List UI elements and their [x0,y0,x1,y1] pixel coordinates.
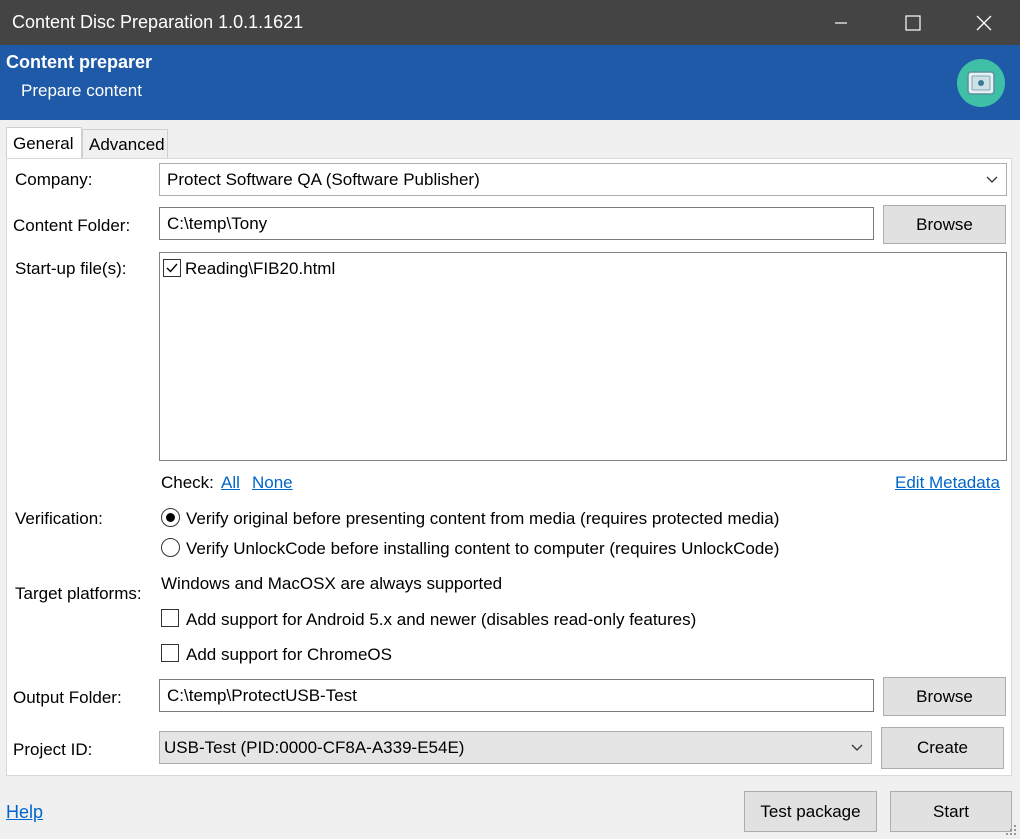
android-checkbox[interactable] [161,609,179,627]
output-folder-input[interactable]: C:\temp\ProtectUSB-Test [159,679,874,712]
output-folder-label: Output Folder: [13,688,122,707]
android-label: Add support for Android 5.x and newer (d… [186,610,697,629]
test-package-button[interactable]: Test package [744,791,877,832]
start-label: Start [933,801,969,821]
window-title: Content Disc Preparation 1.0.1.1621 [12,12,304,32]
checkmark-icon [166,263,178,273]
platforms-note: Windows and MacOSX are always supported [161,574,503,593]
company-value: Protect Software QA (Software Publisher) [167,169,480,189]
check-none-link[interactable]: None [252,473,293,493]
create-project-button[interactable]: Create [881,727,1004,769]
project-id-value: USB-Test (PID:0000-CF8A-A339-E54E) [164,737,465,757]
chevron-down-icon [851,744,863,751]
startup-file-checkbox[interactable] [163,259,181,277]
start-button[interactable]: Start [890,791,1012,832]
edit-metadata-link[interactable]: Edit Metadata [895,473,1000,493]
project-id-select[interactable]: USB-Test (PID:0000-CF8A-A339-E54E) [159,731,872,764]
startup-files-label: Start-up file(s): [15,259,127,278]
startup-file-name: Reading\FIB20.html [185,259,336,278]
browse-label: Browse [916,686,973,706]
verify-unlockcode-label: Verify UnlockCode before installing cont… [186,539,780,558]
create-label: Create [916,738,969,757]
check-all-link[interactable]: All [221,473,240,493]
tab-general-label: General [13,133,74,153]
header-banner: Content preparer Prepare content [0,45,1020,120]
tab-advanced-label: Advanced [89,134,165,154]
output-folder-value: C:\temp\ProtectUSB-Test [167,685,357,705]
test-package-label: Test package [760,801,861,821]
close-icon [976,15,992,30]
company-label: Company: [15,170,93,189]
content-folder-label: Content Folder: [13,216,131,235]
resize-grip-icon[interactable] [1005,824,1017,836]
verify-original-label: Verify original before presenting conten… [186,509,780,528]
minimize-icon [835,21,847,24]
content-folder-value: C:\temp\Tony [167,213,268,233]
maximize-icon [905,14,921,31]
verify-original-radio[interactable] [161,508,180,527]
minimize-button[interactable] [805,0,877,45]
target-platforms-label: Target platforms: [15,584,142,603]
content-folder-input[interactable]: C:\temp\Tony [159,207,874,240]
chromeos-checkbox[interactable] [161,644,179,662]
startup-files-list[interactable]: Reading\FIB20.html [159,252,1007,461]
verify-unlockcode-radio[interactable] [161,538,180,557]
chevron-down-icon [986,176,998,183]
project-id-label: Project ID: [13,740,93,759]
company-select[interactable]: Protect Software QA (Software Publisher) [159,163,1007,196]
banner-title: Content preparer [6,52,153,72]
content-folder-browse-button[interactable]: Browse [883,205,1006,244]
chromeos-label: Add support for ChromeOS [186,645,392,664]
check-label: Check: [161,473,214,492]
browse-label: Browse [916,214,973,234]
output-folder-browse-button[interactable]: Browse [883,677,1006,716]
close-button[interactable] [948,0,1020,45]
maximize-button[interactable] [877,0,949,45]
verification-label: Verification: [15,509,103,528]
title-bar: Content Disc Preparation 1.0.1.1621 [0,0,1020,45]
help-link[interactable]: Help [6,802,43,823]
tab-advanced[interactable]: Advanced [82,129,168,159]
banner-subtitle: Prepare content [21,81,142,100]
tab-general[interactable]: General [6,127,82,159]
safe-icon [957,59,1005,107]
